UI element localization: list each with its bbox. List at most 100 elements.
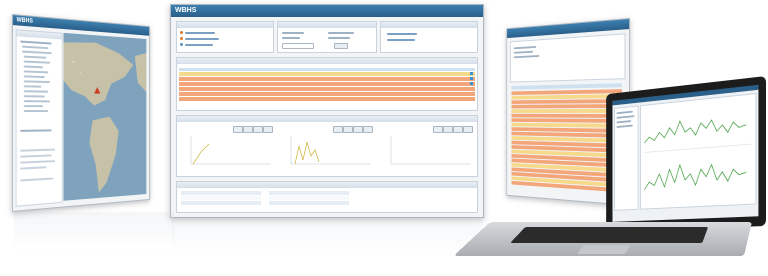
map-window-reflection <box>14 212 174 252</box>
tree-item[interactable] <box>20 40 52 45</box>
tree-item[interactable] <box>23 105 44 108</box>
detail-line <box>20 160 56 164</box>
search-panel-header <box>278 22 376 28</box>
table-row[interactable] <box>179 77 475 81</box>
search-button[interactable] <box>334 43 348 49</box>
tree-item[interactable] <box>21 45 49 50</box>
field-label <box>282 32 304 34</box>
reports-panel <box>380 21 478 53</box>
laptop-side-panel <box>614 105 639 211</box>
summary-row <box>269 201 349 205</box>
chart-1-plot <box>190 136 271 165</box>
table-row[interactable] <box>179 82 475 86</box>
side-item[interactable] <box>616 124 633 128</box>
alerts-panel <box>176 21 274 53</box>
summary-table-right <box>269 191 349 209</box>
main-window-titlebar: WBHS <box>171 5 483 17</box>
summary-table-left <box>181 191 261 209</box>
tree-item[interactable] <box>23 80 50 84</box>
laptop-trackpad[interactable] <box>576 245 631 254</box>
events-panel <box>176 57 478 111</box>
main-window-reflection <box>172 218 482 258</box>
chart-2-plot <box>290 136 371 165</box>
tree-item[interactable] <box>23 110 49 113</box>
laptop-charts-svg <box>641 94 756 209</box>
tree-item[interactable] <box>23 100 50 103</box>
summary-row <box>269 196 349 200</box>
alert-link[interactable] <box>185 44 213 46</box>
tree-item[interactable] <box>23 65 44 69</box>
alert-marker-icon[interactable] <box>94 87 101 94</box>
info-icon <box>180 43 183 46</box>
search-panel <box>277 21 377 53</box>
world-map[interactable] <box>63 32 147 201</box>
tree-item[interactable] <box>23 70 49 74</box>
south-america-shape <box>89 116 119 194</box>
tree-item[interactable] <box>21 50 52 55</box>
map-sidebar <box>15 29 63 207</box>
chart-3 <box>381 126 473 172</box>
summary-panel <box>176 181 478 213</box>
main-window-title: WBHS <box>175 7 197 14</box>
laptop <box>453 76 768 276</box>
laptop-screen <box>612 84 759 222</box>
map-window: WBHS <box>12 14 150 212</box>
chart-2 <box>281 126 373 172</box>
warning-icon <box>180 37 183 40</box>
summary-row <box>181 201 261 205</box>
detail-line <box>20 177 54 182</box>
summary-row <box>269 191 349 195</box>
charts-panel-header <box>177 116 477 122</box>
alerts-panel-header <box>177 22 273 28</box>
tree-item[interactable] <box>23 60 50 64</box>
laptop-chart-panel <box>640 92 757 210</box>
laptop-lid <box>606 76 766 232</box>
side-item[interactable] <box>616 110 633 115</box>
charts-panel <box>176 115 478 177</box>
tree-item[interactable] <box>20 129 52 132</box>
map-land-svg <box>63 40 147 194</box>
option-line <box>513 50 534 54</box>
side-item[interactable] <box>616 115 635 119</box>
europe-shape <box>134 52 147 92</box>
option-line <box>513 55 540 59</box>
field-label <box>282 37 300 39</box>
warning-icon <box>180 31 183 34</box>
table-row[interactable] <box>179 72 475 76</box>
alert-link[interactable] <box>185 32 215 34</box>
detail-line <box>20 154 52 158</box>
tree-item[interactable] <box>23 55 47 59</box>
laptop-base <box>453 222 752 257</box>
status-square-icon <box>470 72 473 75</box>
product-screenshot-scene: WBHS WBHS <box>0 0 768 276</box>
north-america-shape <box>63 40 134 106</box>
summary-row <box>181 196 261 200</box>
alert-link[interactable] <box>185 38 219 40</box>
summary-row <box>181 191 261 195</box>
events-table-header-row <box>179 68 475 71</box>
summary-panel-header <box>177 182 477 188</box>
table-row[interactable] <box>179 97 475 101</box>
map-sidebar-header <box>16 30 62 40</box>
tree-item[interactable] <box>23 95 45 98</box>
table-row[interactable] <box>179 92 475 96</box>
report-link[interactable] <box>387 39 415 41</box>
chart-1 <box>181 126 273 172</box>
events-panel-header <box>177 58 477 64</box>
detail-line <box>20 148 56 152</box>
laptop-keyboard <box>510 227 709 244</box>
option-line <box>513 46 537 50</box>
report-link[interactable] <box>387 33 417 35</box>
detail-line <box>20 166 47 170</box>
main-dashboard-window: WBHS <box>170 4 484 218</box>
field-label <box>328 37 350 39</box>
field-label <box>328 32 354 34</box>
side-item[interactable] <box>616 120 632 124</box>
search-input[interactable] <box>282 43 314 49</box>
reports-panel-header <box>381 22 477 28</box>
tree-item[interactable] <box>23 85 42 88</box>
tree-item[interactable] <box>23 75 45 79</box>
tree-item[interactable] <box>23 90 49 93</box>
table-row[interactable] <box>179 87 475 91</box>
chart-3-plot <box>390 136 471 165</box>
